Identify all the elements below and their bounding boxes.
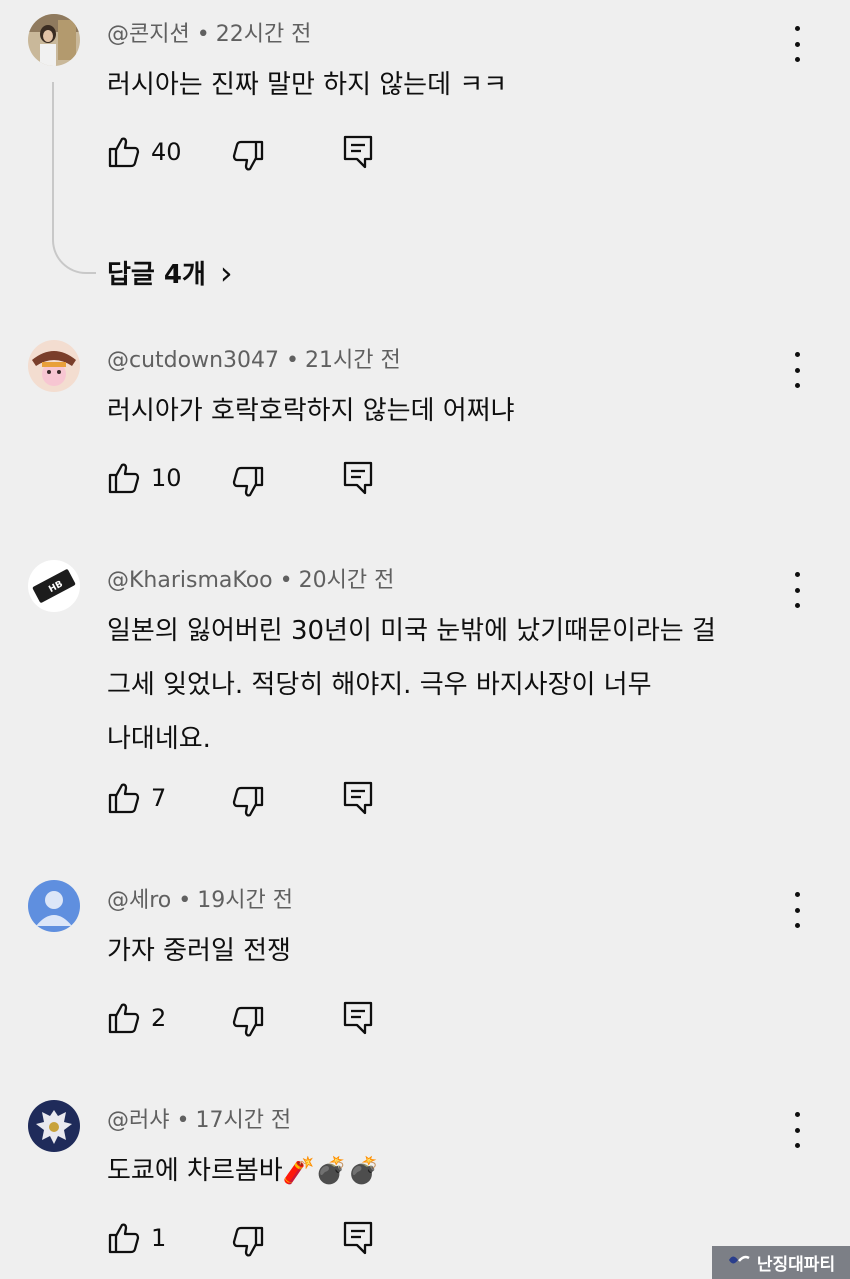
reply-button[interactable] xyxy=(343,461,373,495)
author-name[interactable]: @세ro xyxy=(107,888,171,913)
author-name[interactable]: @cutdown3047 xyxy=(107,348,279,373)
reply-button[interactable] xyxy=(343,135,373,169)
comment-text-line: 나대네요. xyxy=(107,724,211,754)
comment-meta: @KharismaKoo • 20시간 전 xyxy=(107,562,394,594)
watermark-text: 난징대파티 xyxy=(756,1255,836,1275)
comment-text-line: 그세 잊었나. 적당히 해야지. 극우 바지사장이 너무 xyxy=(107,670,652,700)
comment-reply-icon xyxy=(343,781,373,815)
comment-text: 러시아가 호락호락하지 않는데 어쩌냐 xyxy=(107,396,515,426)
timestamp[interactable]: 20시간 전 xyxy=(299,568,395,593)
site-watermark: 난징대파티 xyxy=(712,1246,850,1279)
thumbs-up-icon xyxy=(108,1003,140,1034)
comment-meta: @세ro • 19시간 전 xyxy=(107,882,293,914)
comment-actions: 2 xyxy=(107,1001,507,1041)
comment-reply-icon xyxy=(343,1221,373,1255)
thumbs-up-icon xyxy=(108,137,140,168)
author-name[interactable]: @러샤 xyxy=(107,1108,169,1133)
more-vertical-icon[interactable] xyxy=(782,26,812,62)
like-button[interactable] xyxy=(107,1001,141,1035)
thumbs-up-icon xyxy=(108,1223,140,1254)
reply-button[interactable] xyxy=(343,1221,373,1255)
comment-text: 도쿄에 차르봄바🧨💣💣 xyxy=(107,1156,380,1186)
like-count: 1 xyxy=(151,1224,167,1252)
like-button[interactable] xyxy=(107,1221,141,1255)
dislike-button[interactable] xyxy=(231,139,265,173)
like-count: 2 xyxy=(151,1004,167,1032)
comment-text: 가자 중러일 전쟁 xyxy=(107,936,291,966)
avatar[interactable] xyxy=(28,340,80,392)
comment-actions: 7 xyxy=(107,781,507,821)
comment-text: 러시아는 진짜 말만 하지 않는데 ㅋㅋ xyxy=(107,70,508,100)
thumbs-down-icon xyxy=(232,786,264,817)
reply-button[interactable] xyxy=(343,781,373,815)
comment-actions: 10 xyxy=(107,461,507,501)
separator-dot: • xyxy=(286,348,299,373)
comment-actions: 40 xyxy=(107,135,507,175)
view-replies-button[interactable]: 답글 4개 › xyxy=(107,254,233,291)
like-button[interactable] xyxy=(107,135,141,169)
reply-button[interactable] xyxy=(343,1001,373,1035)
more-vertical-icon[interactable] xyxy=(782,572,812,608)
dislike-button[interactable] xyxy=(231,1005,265,1039)
watermark-logo-icon xyxy=(727,1252,751,1273)
comment-meta: @러샤 • 17시간 전 xyxy=(107,1102,291,1134)
avatar[interactable]: HB xyxy=(28,560,80,612)
more-vertical-icon[interactable] xyxy=(782,892,812,928)
avatar[interactable] xyxy=(28,1100,80,1152)
thumbs-down-icon xyxy=(232,466,264,497)
comment-reply-icon xyxy=(343,461,373,495)
like-count: 10 xyxy=(151,464,182,492)
timestamp[interactable]: 19시간 전 xyxy=(197,888,293,913)
separator-dot: • xyxy=(279,568,293,593)
comment-text: 일본의 잃어버린 30년이 미국 눈밖에 났기때문이라는 걸 그세 잊었나. 적… xyxy=(107,604,797,766)
separator-dot: • xyxy=(176,1108,190,1133)
avatar[interactable] xyxy=(28,880,80,932)
thumbs-up-icon xyxy=(108,463,140,494)
author-name[interactable]: @KharismaKoo xyxy=(107,568,273,593)
more-vertical-icon[interactable] xyxy=(782,1112,812,1148)
dislike-button[interactable] xyxy=(231,1225,265,1259)
like-button[interactable] xyxy=(107,461,141,495)
avatar[interactable] xyxy=(28,14,80,66)
comment-reply-icon xyxy=(343,1001,373,1035)
like-button[interactable] xyxy=(107,781,141,815)
like-count: 7 xyxy=(151,784,167,812)
thumbs-up-icon xyxy=(108,783,140,814)
thumbs-down-icon xyxy=(232,140,264,171)
thumbs-down-icon xyxy=(232,1226,264,1257)
dislike-button[interactable] xyxy=(231,785,265,819)
comment-actions: 1 xyxy=(107,1221,507,1261)
reply-thread-line xyxy=(52,82,96,274)
replies-label: 답글 4개 xyxy=(107,260,206,290)
separator-dot: • xyxy=(196,22,210,47)
timestamp[interactable]: 22시간 전 xyxy=(216,22,312,47)
timestamp[interactable]: 17시간 전 xyxy=(195,1108,291,1133)
author-name[interactable]: @콘지션 xyxy=(107,22,190,47)
more-vertical-icon[interactable] xyxy=(782,352,812,388)
chevron-right-icon: › xyxy=(219,253,233,292)
dislike-button[interactable] xyxy=(231,465,265,499)
comment-text-line: 일본의 잃어버린 30년이 미국 눈밖에 났기때문이라는 걸 xyxy=(107,616,716,646)
thumbs-down-icon xyxy=(232,1006,264,1037)
comment-reply-icon xyxy=(343,135,373,169)
comment-meta: @cutdown3047 • 21시간 전 xyxy=(107,342,401,374)
separator-dot: • xyxy=(178,888,192,913)
like-count: 40 xyxy=(151,138,182,166)
timestamp[interactable]: 21시간 전 xyxy=(305,348,401,373)
comment-meta: @콘지션 • 22시간 전 xyxy=(107,16,311,48)
